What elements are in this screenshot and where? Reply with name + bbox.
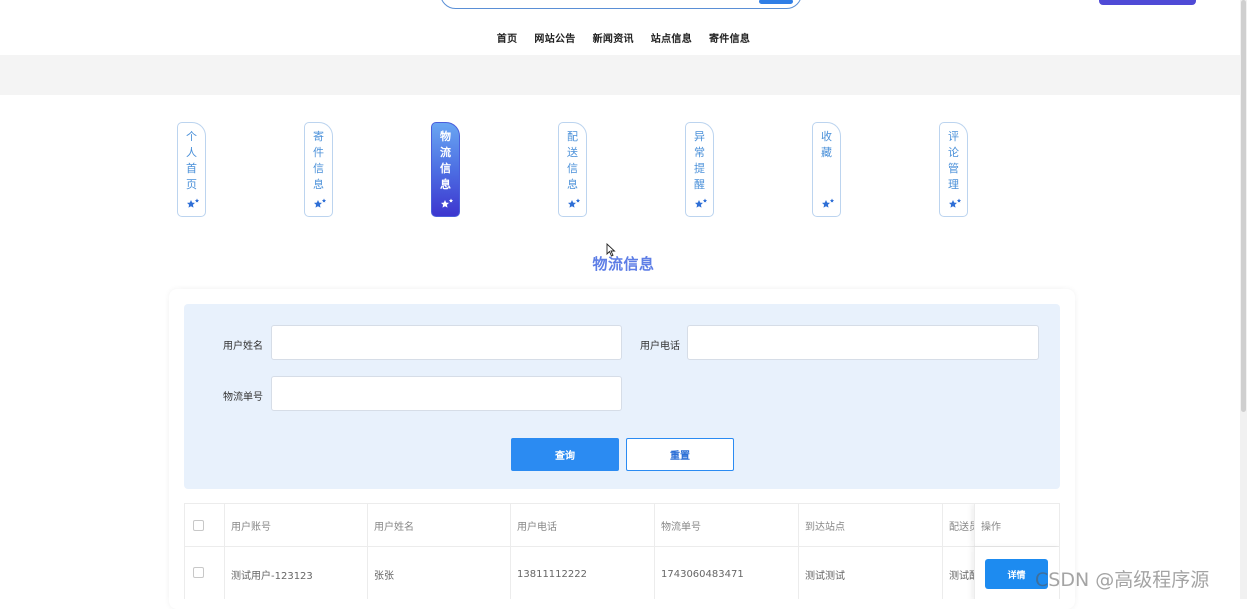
scrollbar-thumb[interactable] <box>1241 0 1246 412</box>
tab-label: 异常提醒 <box>693 129 707 193</box>
star-icon <box>949 198 961 208</box>
tab-label: 物流信息 <box>439 129 453 193</box>
star-icon <box>187 198 199 208</box>
tab-4[interactable]: 配送信息 <box>558 122 587 217</box>
actions-column-header: 操作 <box>974 504 1059 546</box>
tab-label-char: 个 <box>186 130 197 143</box>
cell-tracking: 1743060483471 <box>654 547 798 599</box>
nav-home[interactable]: 首页 <box>497 30 518 45</box>
search-button[interactable] <box>759 0 793 4</box>
star-icon <box>695 198 707 208</box>
column-header[interactable]: 物流单号 <box>654 504 798 546</box>
tab-label-char: 人 <box>186 146 197 159</box>
banner-strip <box>0 55 1247 95</box>
cell-name: 张张 <box>367 547 510 599</box>
user-name-label: 用户姓名 <box>223 341 263 352</box>
tab-label-char: 异 <box>694 130 705 143</box>
query-button[interactable]: 查询 <box>511 438 619 471</box>
tab-label: 寄件信息 <box>312 129 326 193</box>
tab-7[interactable]: 评论管理 <box>939 122 968 217</box>
tab-label-char: 件 <box>313 146 324 159</box>
tab-1[interactable]: 个人首页 <box>177 122 206 217</box>
column-header: 操作 <box>981 521 1001 533</box>
tab-label-char: 息 <box>567 178 578 191</box>
tracking-number-input[interactable] <box>271 376 622 411</box>
cell-account: 测试用户-123123 <box>224 547 367 599</box>
tracking-number-label: 物流单号 <box>223 392 263 403</box>
nav-shipments[interactable]: 寄件信息 <box>709 30 750 45</box>
tab-label-char: 醒 <box>694 178 705 191</box>
nav-stations[interactable]: 站点信息 <box>651 30 692 45</box>
reset-button[interactable]: 重置 <box>626 438 734 471</box>
user-name-input[interactable] <box>271 325 622 360</box>
tab-label-char: 管 <box>948 162 959 175</box>
column-header[interactable]: 用户电话 <box>510 504 654 546</box>
star-icon <box>441 198 453 208</box>
mouse-cursor-icon <box>606 243 616 257</box>
row-checkbox[interactable] <box>193 567 204 578</box>
logistics-table: 用户账号 用户姓名 用户电话 物流单号 到达站点 配送员 操作 测试用户-123… <box>184 503 1060 599</box>
star-icon <box>314 198 326 208</box>
star-icon <box>822 198 834 208</box>
tab-label: 个人首页 <box>185 129 199 193</box>
tab-label-char: 息 <box>440 178 451 191</box>
tab-label-char: 理 <box>948 178 959 191</box>
top-right-button[interactable] <box>1099 0 1196 5</box>
tab-label-char: 评 <box>948 130 959 143</box>
tab-6[interactable]: 收藏 <box>812 122 841 217</box>
tab-label-char: 息 <box>313 178 324 191</box>
table-row: 测试用户-123123 张张 13811112222 1743060483471… <box>185 547 1059 599</box>
column-header[interactable]: 用户账号 <box>224 504 367 546</box>
user-phone-input[interactable] <box>687 325 1039 360</box>
tab-label-char: 信 <box>440 162 451 175</box>
tab-3[interactable]: 物流信息 <box>431 122 460 217</box>
select-all-checkbox[interactable] <box>193 519 204 531</box>
table-header: 用户账号 用户姓名 用户电话 物流单号 到达站点 配送员 操作 <box>185 504 1059 547</box>
tab-label-char: 首 <box>186 162 197 175</box>
nav-news[interactable]: 新闻资讯 <box>593 30 634 45</box>
tab-label-char: 送 <box>567 146 578 159</box>
column-header[interactable]: 用户姓名 <box>367 504 510 546</box>
tab-label-char: 常 <box>694 146 705 159</box>
tab-label-char: 论 <box>948 146 959 159</box>
search-bar[interactable] <box>440 0 802 9</box>
tab-label: 配送信息 <box>566 129 580 193</box>
tab-label: 评论管理 <box>947 129 961 193</box>
tab-label-char: 信 <box>567 162 578 175</box>
cell-station: 测试测试 <box>798 547 942 599</box>
cell-phone: 13811112222 <box>510 547 654 599</box>
site-header: 首页 网站公告 新闻资讯 站点信息 寄件信息 <box>0 0 1247 55</box>
star-icon <box>568 198 580 208</box>
tab-label-char: 提 <box>694 162 705 175</box>
user-phone-label: 用户电话 <box>640 341 680 352</box>
row-select-cell <box>185 547 224 599</box>
tab-label-char: 收 <box>821 130 832 143</box>
page-title: 物流信息 <box>592 255 655 273</box>
tab-label-char: 页 <box>186 178 197 191</box>
tab-label-char: 寄 <box>313 130 324 143</box>
tab-2[interactable]: 寄件信息 <box>304 122 333 217</box>
tab-label: 收藏 <box>820 129 834 161</box>
tab-label-char: 信 <box>313 162 324 175</box>
main-nav: 首页 网站公告 新闻资讯 站点信息 寄件信息 <box>0 30 1247 45</box>
column-header[interactable]: 到达站点 <box>798 504 942 546</box>
tab-label-char: 配 <box>567 130 578 143</box>
watermark: CSDN @高级程序源 <box>1035 569 1210 591</box>
tab-label-char: 物 <box>440 130 451 143</box>
tab-label-char: 藏 <box>821 146 832 159</box>
select-all-cell <box>185 504 224 546</box>
tab-5[interactable]: 异常提醒 <box>685 122 714 217</box>
nav-announcements[interactable]: 网站公告 <box>534 30 575 45</box>
tab-label-char: 流 <box>440 146 451 159</box>
page-scrollbar[interactable] <box>1240 0 1247 599</box>
